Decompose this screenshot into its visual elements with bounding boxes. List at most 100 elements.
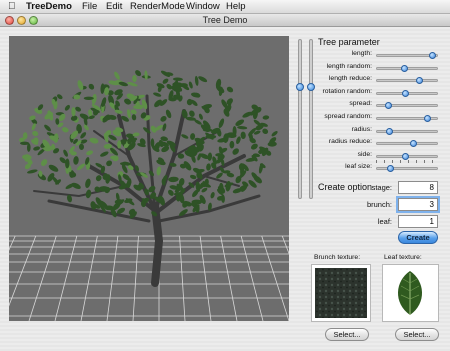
leaf [172, 77, 183, 81]
leaf [235, 119, 245, 126]
tree-3d-viewport[interactable] [9, 36, 289, 321]
leaf [71, 107, 76, 117]
leaf [162, 123, 167, 132]
slider-label: spread: [349, 100, 372, 108]
slider-thumb[interactable] [410, 140, 418, 148]
ground-grid [9, 235, 289, 321]
leaf [62, 127, 69, 133]
slider-label: side: [357, 150, 372, 158]
leaf [85, 189, 92, 199]
leaf [198, 76, 208, 83]
slider-thumb[interactable] [387, 165, 394, 173]
leaf [131, 114, 137, 121]
leaf [83, 96, 94, 100]
slider-thumb[interactable] [424, 115, 432, 122]
leaf [117, 140, 122, 149]
leaf [27, 169, 38, 174]
menu-app-name[interactable]: TreeDemo [26, 1, 72, 12]
leaf [57, 94, 63, 100]
leaf [44, 124, 52, 132]
leaf-texture-image [397, 271, 423, 315]
window-body: Tree parameter length: length random: leng… [0, 27, 450, 351]
leaf [237, 126, 248, 130]
leaf [33, 146, 41, 151]
slider-track[interactable] [376, 142, 438, 146]
window-title-bar: Tree Demo [0, 14, 450, 27]
leaf [153, 92, 162, 97]
leaf [190, 174, 197, 180]
slider-track[interactable] [376, 167, 438, 171]
stage-label: stage: [371, 183, 392, 192]
apple-icon[interactable]:  [8, 1, 16, 12]
brunch-field[interactable]: 3 [396, 196, 440, 213]
leaf [63, 149, 68, 157]
select-leaf-texture-button[interactable]: Select... [395, 328, 439, 341]
menu-window[interactable]: Window [186, 1, 220, 12]
close-window-icon[interactable] [5, 16, 14, 25]
slider-label: leaf size: [345, 163, 372, 171]
slider-label: spread random: [324, 113, 372, 120]
leaf [160, 116, 167, 122]
leaf [262, 115, 270, 120]
leaf-texture-preview [382, 264, 439, 322]
leaf [78, 143, 85, 150]
leaf [206, 163, 211, 171]
leaf [229, 140, 235, 149]
menu-file[interactable]: File [82, 1, 97, 12]
slider-thumb[interactable] [384, 102, 392, 110]
leaf [262, 128, 269, 135]
menu-edit[interactable]: Edit [106, 1, 122, 12]
slider-thumb[interactable] [401, 152, 409, 160]
minimize-window-icon[interactable] [17, 16, 26, 25]
slider-label: rotation random: [322, 87, 373, 95]
leaf [40, 159, 48, 167]
leaf [236, 136, 241, 145]
leaf [188, 81, 193, 89]
slider-thumb[interactable] [402, 89, 410, 97]
leaf [85, 178, 91, 189]
leaf [194, 119, 202, 125]
leaf [127, 108, 131, 119]
create-button[interactable]: Create [398, 231, 438, 244]
slider-label: radius: [351, 125, 372, 133]
slider-label: length reduce: [328, 75, 372, 83]
slider-label: length random: [326, 62, 372, 70]
tree-parameter-title: Tree parameter [318, 37, 380, 47]
leaf [195, 204, 200, 213]
menu-rendermode[interactable]: RenderMode [130, 1, 185, 12]
leaf [127, 82, 138, 87]
leaf [168, 176, 179, 183]
slider-thumb[interactable] [415, 77, 423, 85]
leaf [89, 137, 99, 144]
leaf [271, 131, 278, 137]
slider-thumb[interactable] [385, 127, 393, 135]
leaf [181, 134, 189, 139]
leaf [73, 156, 79, 165]
leaf-field[interactable]: 1 [398, 215, 438, 228]
slider-thumb[interactable] [429, 52, 437, 59]
brunch-label: brunch: [366, 200, 392, 209]
menu-help[interactable]: Help [226, 1, 246, 12]
menu-bar:  TreeDemo File Edit RenderMode Window H… [0, 0, 450, 14]
leaf [88, 83, 95, 90]
leaf [210, 192, 215, 199]
leaf [267, 141, 277, 147]
leaf [189, 110, 195, 117]
leaf [100, 151, 109, 157]
bark-texture-image [315, 268, 367, 318]
slider-thumb[interactable] [400, 64, 408, 72]
leaf [190, 92, 201, 98]
slider-track[interactable] [376, 79, 438, 83]
leaf [114, 71, 120, 80]
window-title: Tree Demo [202, 15, 248, 25]
slider-label: radius reduce: [328, 138, 372, 146]
leaf [186, 98, 193, 106]
select-brunch-texture-button[interactable]: Select... [325, 328, 369, 341]
slider-ticks [376, 159, 438, 163]
stage-field[interactable]: 8 [398, 181, 438, 194]
leaf [55, 118, 60, 125]
leaf [251, 143, 258, 150]
slider-label: length: [351, 50, 372, 57]
zoom-window-icon[interactable] [29, 16, 38, 25]
leaf-texture-label: Leaf texture: [384, 254, 422, 261]
